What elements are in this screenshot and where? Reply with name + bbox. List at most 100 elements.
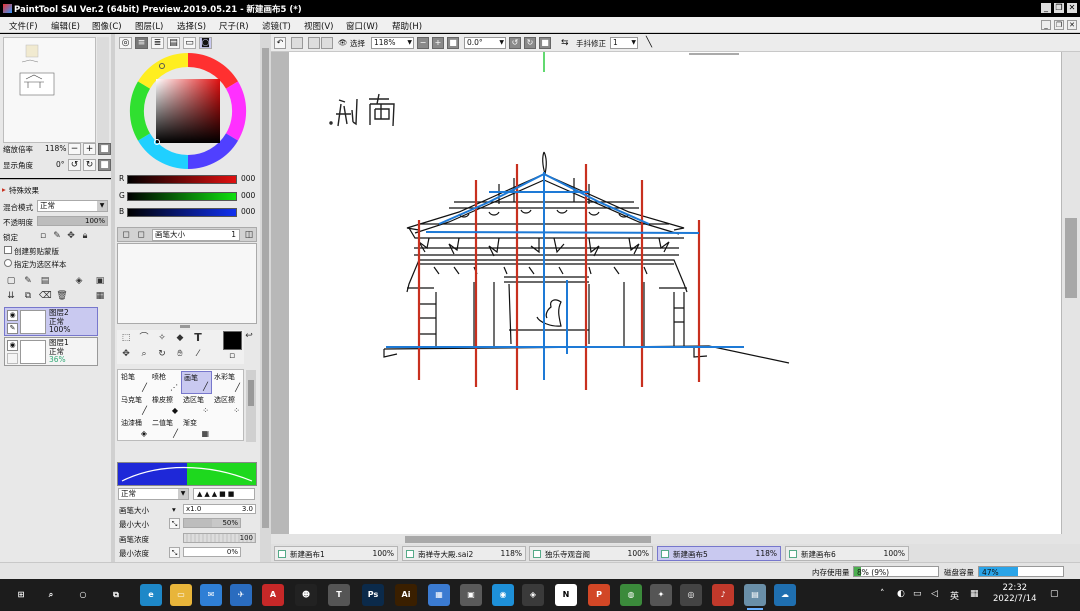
scroll-thumb[interactable] [248,380,254,406]
redo-icon[interactable] [291,37,303,49]
edit-pen-icon[interactable]: ✎ [7,323,18,334]
edge-icon[interactable]: e [140,584,162,606]
flip-horizontal-icon[interactable]: ⇆ [561,38,569,48]
notion-icon[interactable]: N [555,584,577,606]
effects-toggle-icon[interactable]: ▸ [2,185,6,194]
scroll-thumb[interactable] [1065,218,1077,298]
brush-watercolor[interactable]: 水彩笔 ╱ [212,371,243,394]
minimize-button[interactable]: _ [1041,3,1051,13]
layer-row-layer1[interactable]: ◉ 图层1 正常 36% [4,337,98,366]
density-slider[interactable]: 100 [183,533,256,543]
canvas-paper[interactable] [289,52,1061,534]
doc-tab-5[interactable]: 新建画布6 100% [785,546,909,561]
zoom-tool-icon[interactable]: ⌕ [138,348,150,360]
lasso-icon[interactable]: ⌒ [138,332,150,344]
visibility-eye-icon[interactable]: ◉ [7,310,18,321]
fill-layer-icon[interactable]: ◈ [73,275,85,287]
maps-icon[interactable]: ✈ [230,584,252,606]
lock-pixels-icon[interactable]: ▫ [37,230,49,242]
invert-select-icon[interactable] [321,37,333,49]
min-density-slider[interactable]: 0% [183,547,241,557]
brush-size-field[interactable]: 画笔大小 1 [152,229,240,241]
photoshop-icon[interactable]: Ps [362,584,384,606]
canvas-angle-select[interactable]: 0.0° ▼ [464,37,506,49]
trash-icon[interactable]: 🗑︎ [56,290,68,302]
rotate-tool-icon[interactable]: ↻ [156,348,168,360]
straight-line-icon[interactable]: ╲ [646,37,652,48]
ime-mode-icon[interactable]: ▦ [970,589,979,599]
edit-slot-icon[interactable] [7,353,18,364]
copy-layer-icon[interactable]: ⧉ [22,290,34,302]
menu-image[interactable]: 图像(C) [92,20,122,32]
layer-settings-icon[interactable]: ▦ [94,290,106,302]
bilibili-icon[interactable]: ◈ [522,584,544,606]
menu-edit[interactable]: 编辑(E) [51,20,80,32]
canvas-rotate-left-button[interactable]: ↺ [509,37,521,49]
canvas-rotate-right-button[interactable]: ↻ [524,37,536,49]
notification-icon[interactable]: ▢ [1050,589,1059,599]
size-slider[interactable]: x1.0 3.0 [183,504,256,514]
screen-record-icon[interactable]: ◎ [680,584,702,606]
canvas-horizontal-scrollbar[interactable] [271,534,1080,544]
r-slider[interactable] [127,175,237,184]
menu-filter[interactable]: 滤镜(T) [262,20,291,32]
stabilizer-select[interactable]: 1 ▼ [610,37,638,49]
netease-music-icon[interactable]: ♪ [712,584,734,606]
doc-restore-button[interactable]: ❐ [1054,20,1064,30]
zoom-in-button[interactable]: + [83,143,96,155]
brush-grid-scrollbar[interactable] [246,370,256,442]
doc-tab-3[interactable]: 独乐寺观音阁 100% [529,546,653,561]
min-size-slider[interactable]: 50% [183,518,241,528]
store-icon[interactable]: ▣ [460,584,482,606]
layer-row-layer2[interactable]: ◉ ✎ 图层2 正常 100% [4,307,98,336]
scroll-thumb[interactable] [405,536,651,543]
mail-icon[interactable]: ✉ [200,584,222,606]
color-wheel[interactable] [129,52,247,170]
magic-wand-icon[interactable]: ✧ [156,332,168,344]
brush-marker[interactable]: 马克笔 ╱ [119,394,150,417]
doc-tab-2[interactable]: 南禅寺大殿.sai2 118% [402,546,526,561]
new-folder-icon[interactable]: ▤ [39,275,51,287]
undo-icon[interactable]: ↶ [274,37,286,49]
doc-tab-4[interactable]: 新建画布5 118% [657,546,781,561]
primary-color-swatch[interactable] [223,331,242,350]
powerpoint-icon[interactable]: P [588,584,610,606]
tray-expand-icon[interactable]: ˄ [880,589,885,599]
volume-icon[interactable]: ◁ [931,589,938,599]
rotate-reset-button[interactable]: ■ [98,159,111,171]
brush-shape-picker[interactable]: ▲▲▲■■ [193,488,255,500]
move-icon[interactable]: ✥ [120,348,132,360]
illustrator-icon[interactable]: Ai [395,584,417,606]
lock-all-icon[interactable]: 🔒︎ [79,230,91,242]
rect-select-icon[interactable]: ⬚ [120,332,132,344]
zoom-out-button[interactable]: − [68,143,81,155]
menu-view[interactable]: 视图(V) [304,20,333,32]
g-slider[interactable] [127,192,237,201]
deselect-icon[interactable] [308,37,320,49]
rotate-left-button[interactable]: ↺ [68,159,81,171]
navigator-scrollbar[interactable] [97,37,109,143]
acrobat-icon[interactable]: A [262,584,284,606]
menu-select[interactable]: 选择(S) [177,20,206,32]
menu-file[interactable]: 文件(F) [9,20,38,32]
zoom-reset-button[interactable]: ■ [98,143,111,155]
scratch-pad[interactable] [117,243,257,324]
chrome-icon[interactable]: ◍ [620,584,642,606]
canvas-area[interactable] [271,52,1080,544]
battery-icon[interactable]: ▭ [913,589,922,599]
visibility-eye-icon[interactable]: ◉ [7,340,18,351]
explorer-icon[interactable]: ▭ [170,584,192,606]
search-icon[interactable]: ⌕ [40,584,62,606]
doc-minimize-button[interactable]: _ [1041,20,1051,30]
selection-sample-radio[interactable] [4,259,12,267]
blend-mode-select[interactable]: 正常 ▼ [37,200,108,212]
fill-icon[interactable]: ◆ [174,332,186,344]
canvas-rotate-reset-button[interactable]: ■ [539,37,551,49]
teamviewer-icon[interactable]: T [328,584,350,606]
effects-label[interactable]: 特殊效果 [9,185,39,196]
clip-mask-checkbox[interactable] [4,246,12,254]
qq-icon[interactable]: ☻ [295,584,317,606]
transparent-color-icon[interactable]: ▫ [226,350,238,362]
lock-move-icon[interactable]: ✥ [65,230,77,242]
cortana-icon[interactable]: ○ [72,584,94,606]
